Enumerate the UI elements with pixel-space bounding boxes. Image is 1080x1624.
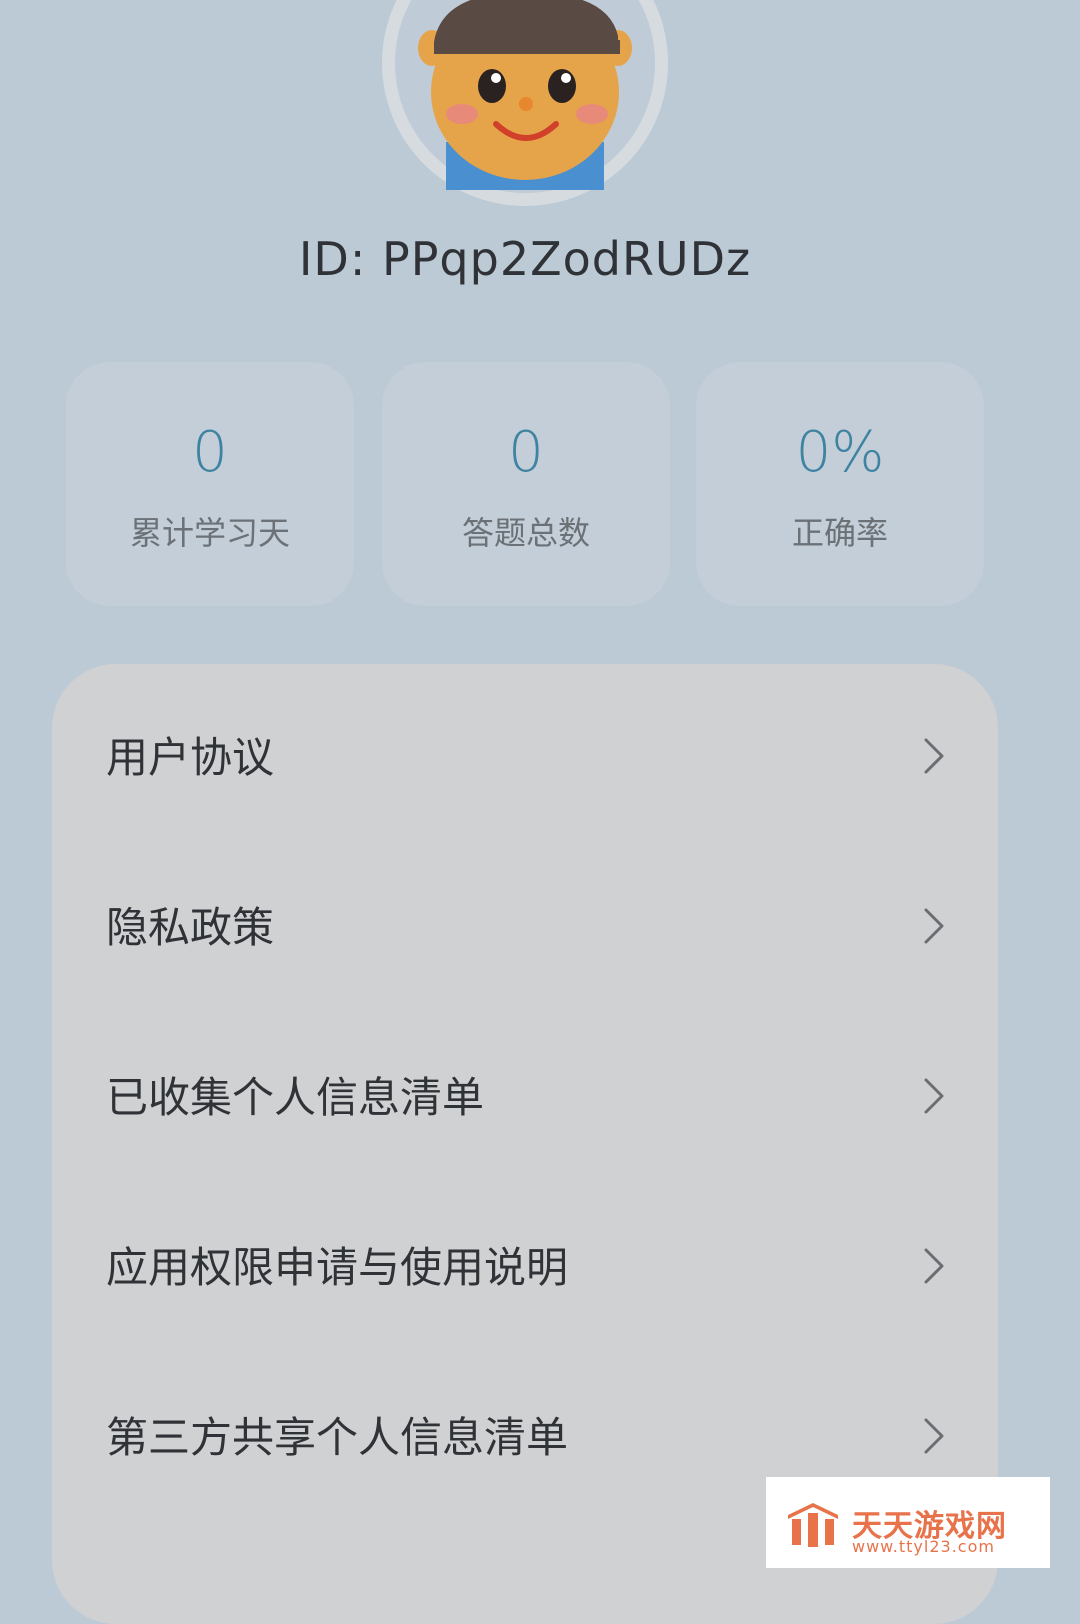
stat-value: 0% (795, 420, 885, 485)
chevron-right-icon (924, 1078, 944, 1114)
chevron-right-icon (924, 1418, 944, 1454)
menu-item-label: 已收集个人信息清单 (106, 1073, 485, 1122)
cartoon-boy-avatar-icon (395, 0, 655, 193)
chevron-right-icon (924, 738, 944, 774)
menu-item-label: 应用权限申请与使用说明 (106, 1243, 569, 1292)
watermark-url: www.ttyl23.com (852, 1537, 995, 1556)
stat-card-accuracy: 0% 正确率 (696, 362, 984, 606)
stat-value: 0 (508, 420, 544, 485)
stat-label: 累计学习天 (129, 514, 290, 552)
menu-item-user-agreement[interactable]: 用户协议 (52, 664, 998, 834)
watermark-logo-icon (788, 1503, 838, 1547)
avatar[interactable] (382, 0, 668, 206)
menu-item-label: 第三方共享个人信息清单 (106, 1413, 569, 1462)
menu-item-app-permissions[interactable]: 应用权限申请与使用说明 (52, 1174, 998, 1344)
stat-card-study-days: 0 累计学习天 (66, 362, 354, 606)
stats-row: 0 累计学习天 0 答题总数 0% 正确率 (66, 362, 986, 606)
stat-label: 正确率 (791, 514, 888, 552)
watermark: 天天游戏网 www.ttyl23.com (766, 1477, 1050, 1568)
menu-item-label: 隐私政策 (106, 903, 275, 952)
stat-label: 答题总数 (461, 514, 590, 552)
stat-value: 0 (192, 420, 228, 485)
stat-card-total-answers: 0 答题总数 (382, 362, 670, 606)
menu-item-privacy-policy[interactable]: 隐私政策 (52, 834, 998, 1004)
chevron-right-icon (924, 908, 944, 944)
menu-item-collected-info-list[interactable]: 已收集个人信息清单 (52, 1004, 998, 1174)
user-id: ID: PPqp2ZodRUDz (298, 232, 752, 286)
menu-item-label: 用户协议 (106, 733, 275, 782)
chevron-right-icon (924, 1248, 944, 1284)
